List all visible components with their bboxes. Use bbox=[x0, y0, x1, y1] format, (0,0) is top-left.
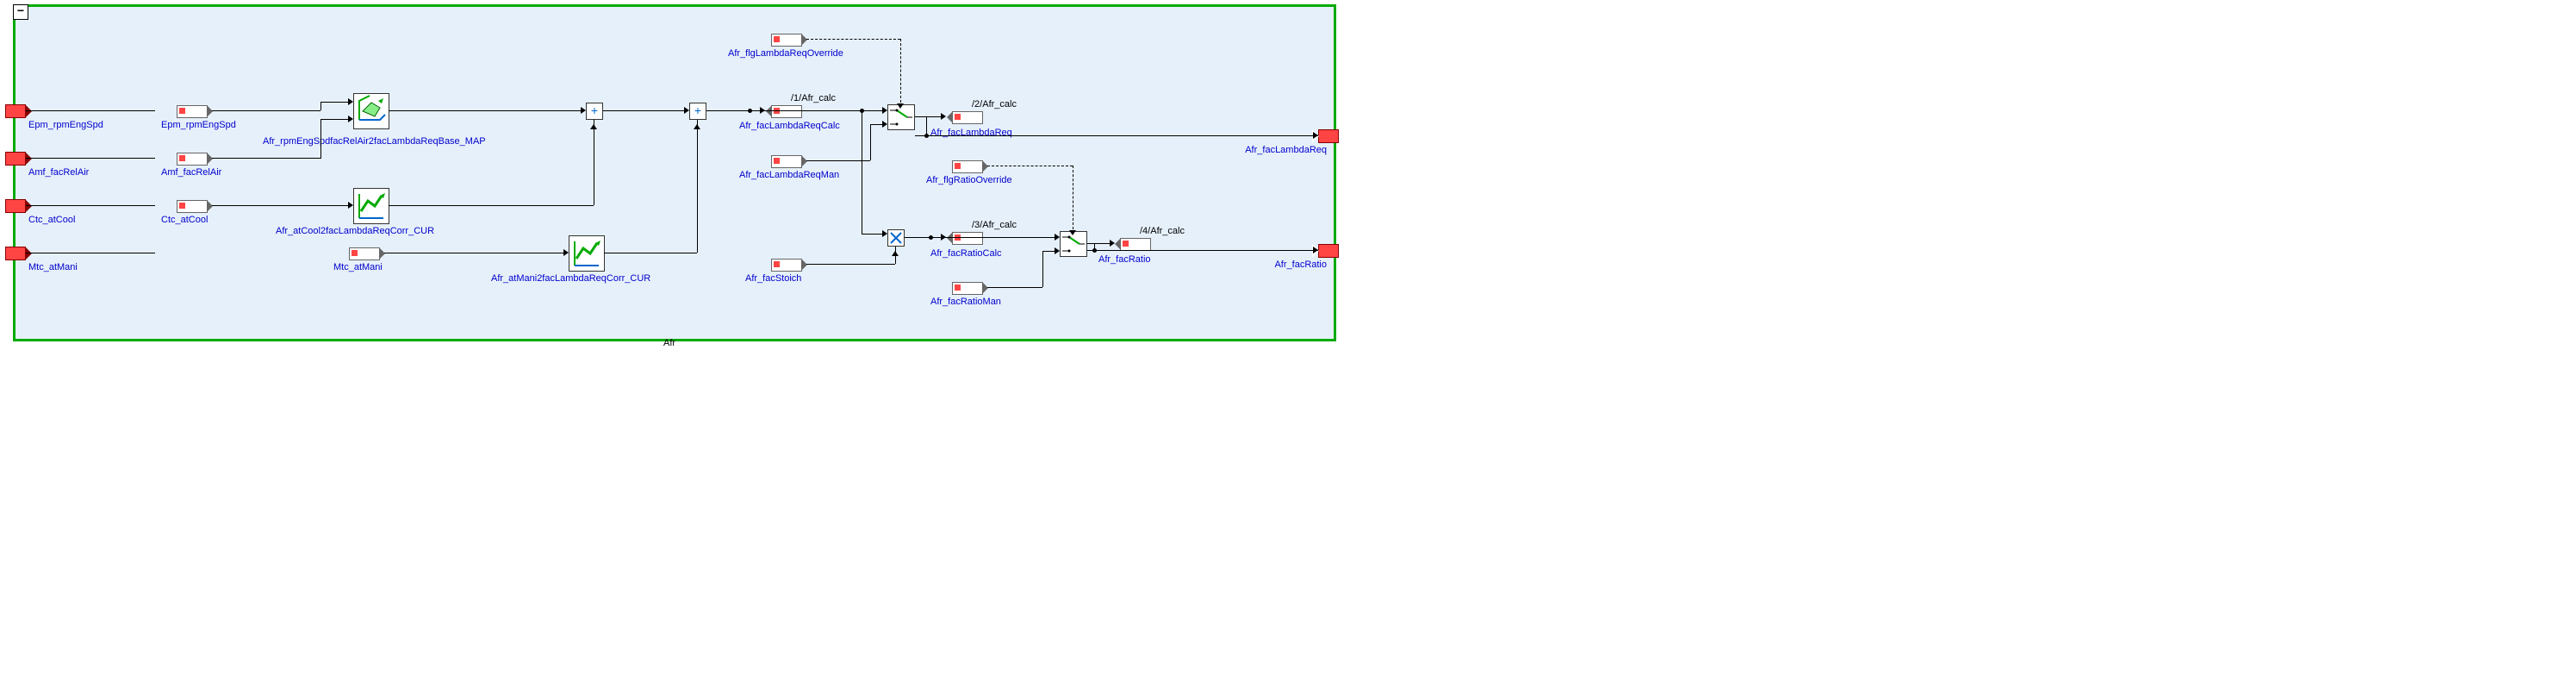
switch-icon bbox=[1061, 232, 1086, 256]
inport-label: Amf_facRelAir bbox=[28, 167, 89, 178]
signal-fac-stoich[interactable] bbox=[771, 259, 802, 272]
goto-ratio[interactable] bbox=[1120, 238, 1151, 251]
goto-path: /1/Afr_calc bbox=[791, 93, 836, 103]
inport-mtc-atmani[interactable] bbox=[5, 247, 26, 260]
signal-fac-lambda-man[interactable] bbox=[771, 155, 802, 168]
block-label: Afr_atCool2facLambdaReqCorr_CUR bbox=[276, 226, 434, 236]
signal-label: Afr_facStoich bbox=[745, 273, 801, 284]
outport-lambda-req[interactable] bbox=[1318, 129, 1339, 143]
lookup-cool-cur-block[interactable] bbox=[353, 188, 389, 224]
goto-label: Afr_facLambdaReq bbox=[930, 128, 1012, 138]
sum-block-1[interactable]: + bbox=[586, 103, 603, 120]
signal-label: Afr_facRatioMan bbox=[930, 297, 1001, 307]
subsystem-label: Afr bbox=[663, 338, 675, 348]
inport-label: Mtc_atMani bbox=[28, 262, 78, 272]
signal-flg-ratio-override[interactable] bbox=[952, 160, 983, 173]
goto-path: /2/Afr_calc bbox=[972, 99, 1017, 109]
goto-label: Afr_facLambdaReqCalc bbox=[739, 121, 840, 131]
block-label: Afr_atMani2facLambdaReqCorr_CUR bbox=[491, 273, 650, 284]
lookup-1d-icon bbox=[354, 189, 389, 223]
signal-label: Afr_facLambdaReqMan bbox=[739, 170, 839, 180]
signal-label: Afr_flgLambdaReqOverride bbox=[728, 48, 843, 59]
inport-epm-rpmengspd[interactable] bbox=[5, 104, 26, 118]
lookup-2d-icon bbox=[354, 94, 389, 128]
outport-ratio[interactable] bbox=[1318, 244, 1339, 258]
switch-icon bbox=[888, 105, 914, 129]
goto-label: Afr_facRatioCalc bbox=[930, 248, 1002, 259]
block-label: Afr_rpmEngSpdfacRelAir2facLambdaReqBase_… bbox=[263, 136, 486, 147]
outport-label: Afr_facRatio bbox=[1232, 260, 1327, 270]
inport-label: Ctc_atCool bbox=[28, 215, 75, 225]
signal-label: Mtc_atMani bbox=[333, 262, 383, 272]
goto-lambda-req-calc[interactable] bbox=[771, 105, 802, 118]
signal-label: Epm_rpmEngSpd bbox=[161, 120, 236, 130]
goto-label: Afr_facRatio bbox=[1098, 254, 1151, 265]
goto-path: /4/Afr_calc bbox=[1140, 226, 1185, 236]
signal-flg-lambda-override[interactable] bbox=[771, 34, 802, 47]
sum-block-2[interactable]: + bbox=[689, 103, 706, 120]
multiply-block[interactable] bbox=[887, 229, 905, 247]
collapse-button[interactable]: − bbox=[13, 4, 28, 20]
inport-ctc-atcool[interactable] bbox=[5, 199, 26, 213]
multiply-icon bbox=[888, 230, 904, 246]
lookup-1d-icon bbox=[569, 236, 604, 271]
signal-from-epm[interactable] bbox=[177, 105, 208, 118]
signal-label: Ctc_atCool bbox=[161, 215, 208, 225]
inport-amf-facrelair[interactable] bbox=[5, 152, 26, 166]
signal-from-amf[interactable] bbox=[177, 153, 208, 166]
inport-label: Epm_rpmEngSpd bbox=[28, 120, 103, 130]
signal-label: Afr_flgRatioOverride bbox=[926, 175, 1012, 185]
signal-from-ctc[interactable] bbox=[177, 200, 208, 213]
goto-path: /3/Afr_calc bbox=[972, 220, 1017, 230]
signal-fac-ratio-man[interactable] bbox=[952, 282, 983, 295]
lookup-map-block[interactable] bbox=[353, 93, 389, 129]
signal-label: Amf_facRelAir bbox=[161, 167, 221, 178]
lookup-mani-cur-block[interactable] bbox=[569, 235, 605, 272]
goto-ratio-calc[interactable] bbox=[952, 232, 983, 245]
signal-from-mtc[interactable] bbox=[349, 247, 380, 260]
goto-lambda-req[interactable] bbox=[952, 111, 983, 124]
outport-label: Afr_facLambdaReq bbox=[1232, 145, 1327, 155]
